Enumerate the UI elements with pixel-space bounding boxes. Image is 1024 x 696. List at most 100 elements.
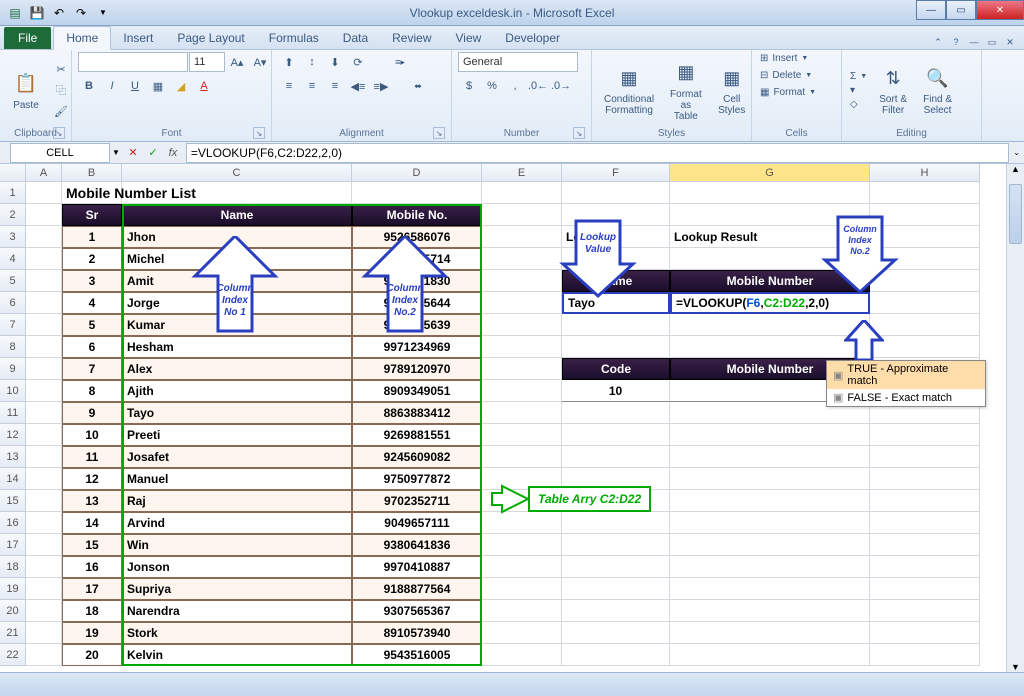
cell[interactable]: 8910573940 [352,622,482,644]
number-format-combo[interactable]: General [458,52,578,72]
font-color-icon[interactable]: A [193,76,215,96]
cell[interactable] [482,292,562,314]
sort-filter-button[interactable]: ⇅Sort & Filter [873,62,913,118]
bold-button[interactable]: B [78,76,100,96]
row-header[interactable]: 17 [0,534,26,556]
cell[interactable] [670,556,870,578]
cell[interactable] [562,248,670,270]
align-bottom-icon[interactable]: ⬇ [324,52,346,72]
col-header[interactable]: H [870,164,980,182]
fill-button[interactable]: ▾ [848,84,869,97]
cell[interactable] [562,182,670,204]
cut-icon[interactable]: ✂ [50,59,72,79]
cell[interactable]: 6 [62,336,122,358]
save-icon[interactable]: 💾 [28,4,46,22]
cell[interactable] [26,644,62,666]
namebox-dropdown-icon[interactable]: ▼ [112,148,120,157]
conditional-formatting-button[interactable]: ▦Conditional Formatting [598,62,660,118]
cell[interactable] [482,468,562,490]
cell[interactable]: 9188877564 [352,578,482,600]
row-header[interactable]: 16 [0,512,26,534]
cell[interactable] [870,336,980,358]
cell[interactable]: Kelvin [122,644,352,666]
paste-button[interactable]: 📋 Paste [6,68,46,113]
cell[interactable] [482,380,562,402]
cell[interactable] [482,204,562,226]
cell[interactable] [562,512,670,534]
cell[interactable] [670,534,870,556]
cell[interactable]: Tayo [562,292,670,314]
cell[interactable] [26,314,62,336]
cell[interactable]: Stork [122,622,352,644]
cell[interactable] [870,622,980,644]
decrease-decimal-icon[interactable]: .0→ [550,76,572,96]
cell[interactable] [26,600,62,622]
mdi-close-icon[interactable]: ✕ [1002,35,1018,49]
cell[interactable] [482,490,562,512]
tab-file[interactable]: File [4,27,51,49]
row-header[interactable]: 21 [0,622,26,644]
scrollbar-thumb[interactable] [1009,184,1022,244]
cell[interactable]: Hesham [122,336,352,358]
row-header[interactable]: 22 [0,644,26,666]
cell[interactable]: Supriya [122,578,352,600]
cell[interactable] [562,402,670,424]
tab-formulas[interactable]: Formulas [257,27,331,49]
vertical-scrollbar[interactable]: ▲ ▼ [1006,164,1024,672]
cell[interactable] [870,644,980,666]
cell[interactable]: 1 [62,226,122,248]
maximize-button[interactable]: ▭ [946,0,976,20]
row-header[interactable]: 18 [0,556,26,578]
cell[interactable]: Raj [122,490,352,512]
cell[interactable]: Alex [122,358,352,380]
cell[interactable] [26,512,62,534]
mdi-restore-icon[interactable]: ▭ [984,35,1000,49]
cell[interactable] [482,534,562,556]
cell[interactable] [870,182,980,204]
cell[interactable]: Jhon [122,226,352,248]
cell[interactable] [482,402,562,424]
merge-center-button[interactable]: ⬌ [393,76,443,96]
cell[interactable] [26,380,62,402]
row-header[interactable]: 19 [0,578,26,600]
cell[interactable] [670,446,870,468]
format-painter-icon[interactable]: 🖌 [50,101,72,121]
launcher-icon[interactable]: ↘ [433,127,445,139]
align-left-icon[interactable]: ≡ [278,76,300,96]
cell[interactable] [482,226,562,248]
cell[interactable]: 9750977872 [352,468,482,490]
orientation-icon[interactable]: ⟳ [347,52,369,72]
cell[interactable] [482,512,562,534]
launcher-icon[interactable]: ↘ [53,127,65,139]
cell[interactable] [26,402,62,424]
cell[interactable]: 9597891830 [352,270,482,292]
cell[interactable] [670,182,870,204]
cell[interactable] [870,248,980,270]
cell[interactable]: Amit [122,270,352,292]
name-box[interactable]: CELL [10,143,110,163]
cell[interactable]: 9380641836 [352,534,482,556]
cell[interactable]: Michel [122,248,352,270]
tab-pagelayout[interactable]: Page Layout [165,27,256,49]
cell[interactable]: 3 [62,270,122,292]
tab-review[interactable]: Review [380,27,443,49]
tooltip-false-option[interactable]: ▣FALSE - Exact match [827,389,985,406]
find-select-button[interactable]: 🔍Find & Select [917,62,958,118]
cell[interactable] [870,226,980,248]
cell-styles-button[interactable]: ▦Cell Styles [712,62,752,118]
cell[interactable]: Sr [62,204,122,226]
cell[interactable] [482,556,562,578]
row-header[interactable]: 1 [0,182,26,204]
enter-formula-icon[interactable]: ✓ [144,144,162,162]
format-as-table-button[interactable]: ▦Format as Table [664,57,708,124]
cell[interactable]: 15 [62,534,122,556]
cell[interactable]: Name [562,270,670,292]
cell[interactable]: Mobile No. [352,204,482,226]
help-icon[interactable]: ? [948,35,964,49]
increase-indent-icon[interactable]: ≡▶ [370,76,392,96]
cell[interactable] [482,248,562,270]
cell[interactable] [562,336,670,358]
increase-decimal-icon[interactable]: .0← [527,76,549,96]
cell[interactable]: Kumar [122,314,352,336]
grow-font-icon[interactable]: A▴ [226,52,248,72]
